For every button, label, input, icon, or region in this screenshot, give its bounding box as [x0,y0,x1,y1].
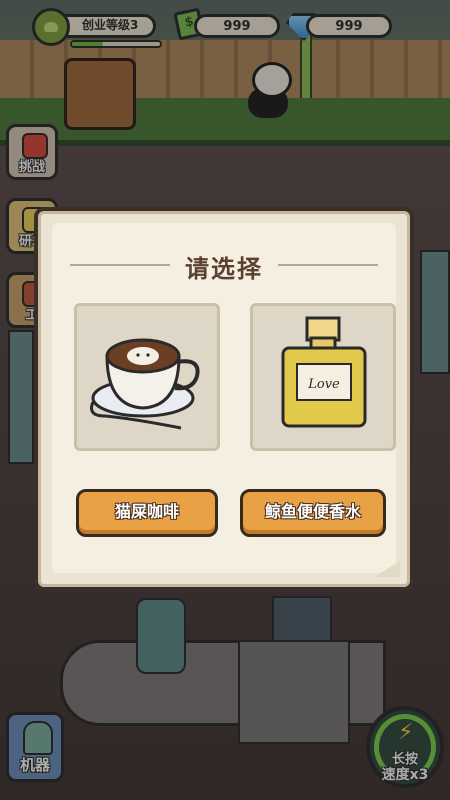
option-card-perfume[interactable]: Love [250,303,396,451]
perfume-label-text: Love [307,377,340,392]
dialog-panel: 请选择 Love 猫屎咖啡 鲸鱼便便香水 [52,223,396,573]
latte-cup-icon [90,338,200,430]
choice-dialog: 请选择 Love 猫屎咖啡 鲸鱼便便香水 [34,207,414,591]
perfume-bottle-icon: Love [281,316,367,428]
dialog-header: 请选择 [52,249,396,283]
choose-perfume-button[interactable]: 鲸鱼便便香水 [240,489,386,537]
choose-coffee-button[interactable]: 猫屎咖啡 [76,489,218,537]
option-card-coffee[interactable] [74,303,220,451]
dialog-title: 请选择 [185,255,263,283]
choose-coffee-label: 猫屎咖啡 [114,502,179,521]
choose-perfume-label: 鲸鱼便便香水 [264,502,361,521]
